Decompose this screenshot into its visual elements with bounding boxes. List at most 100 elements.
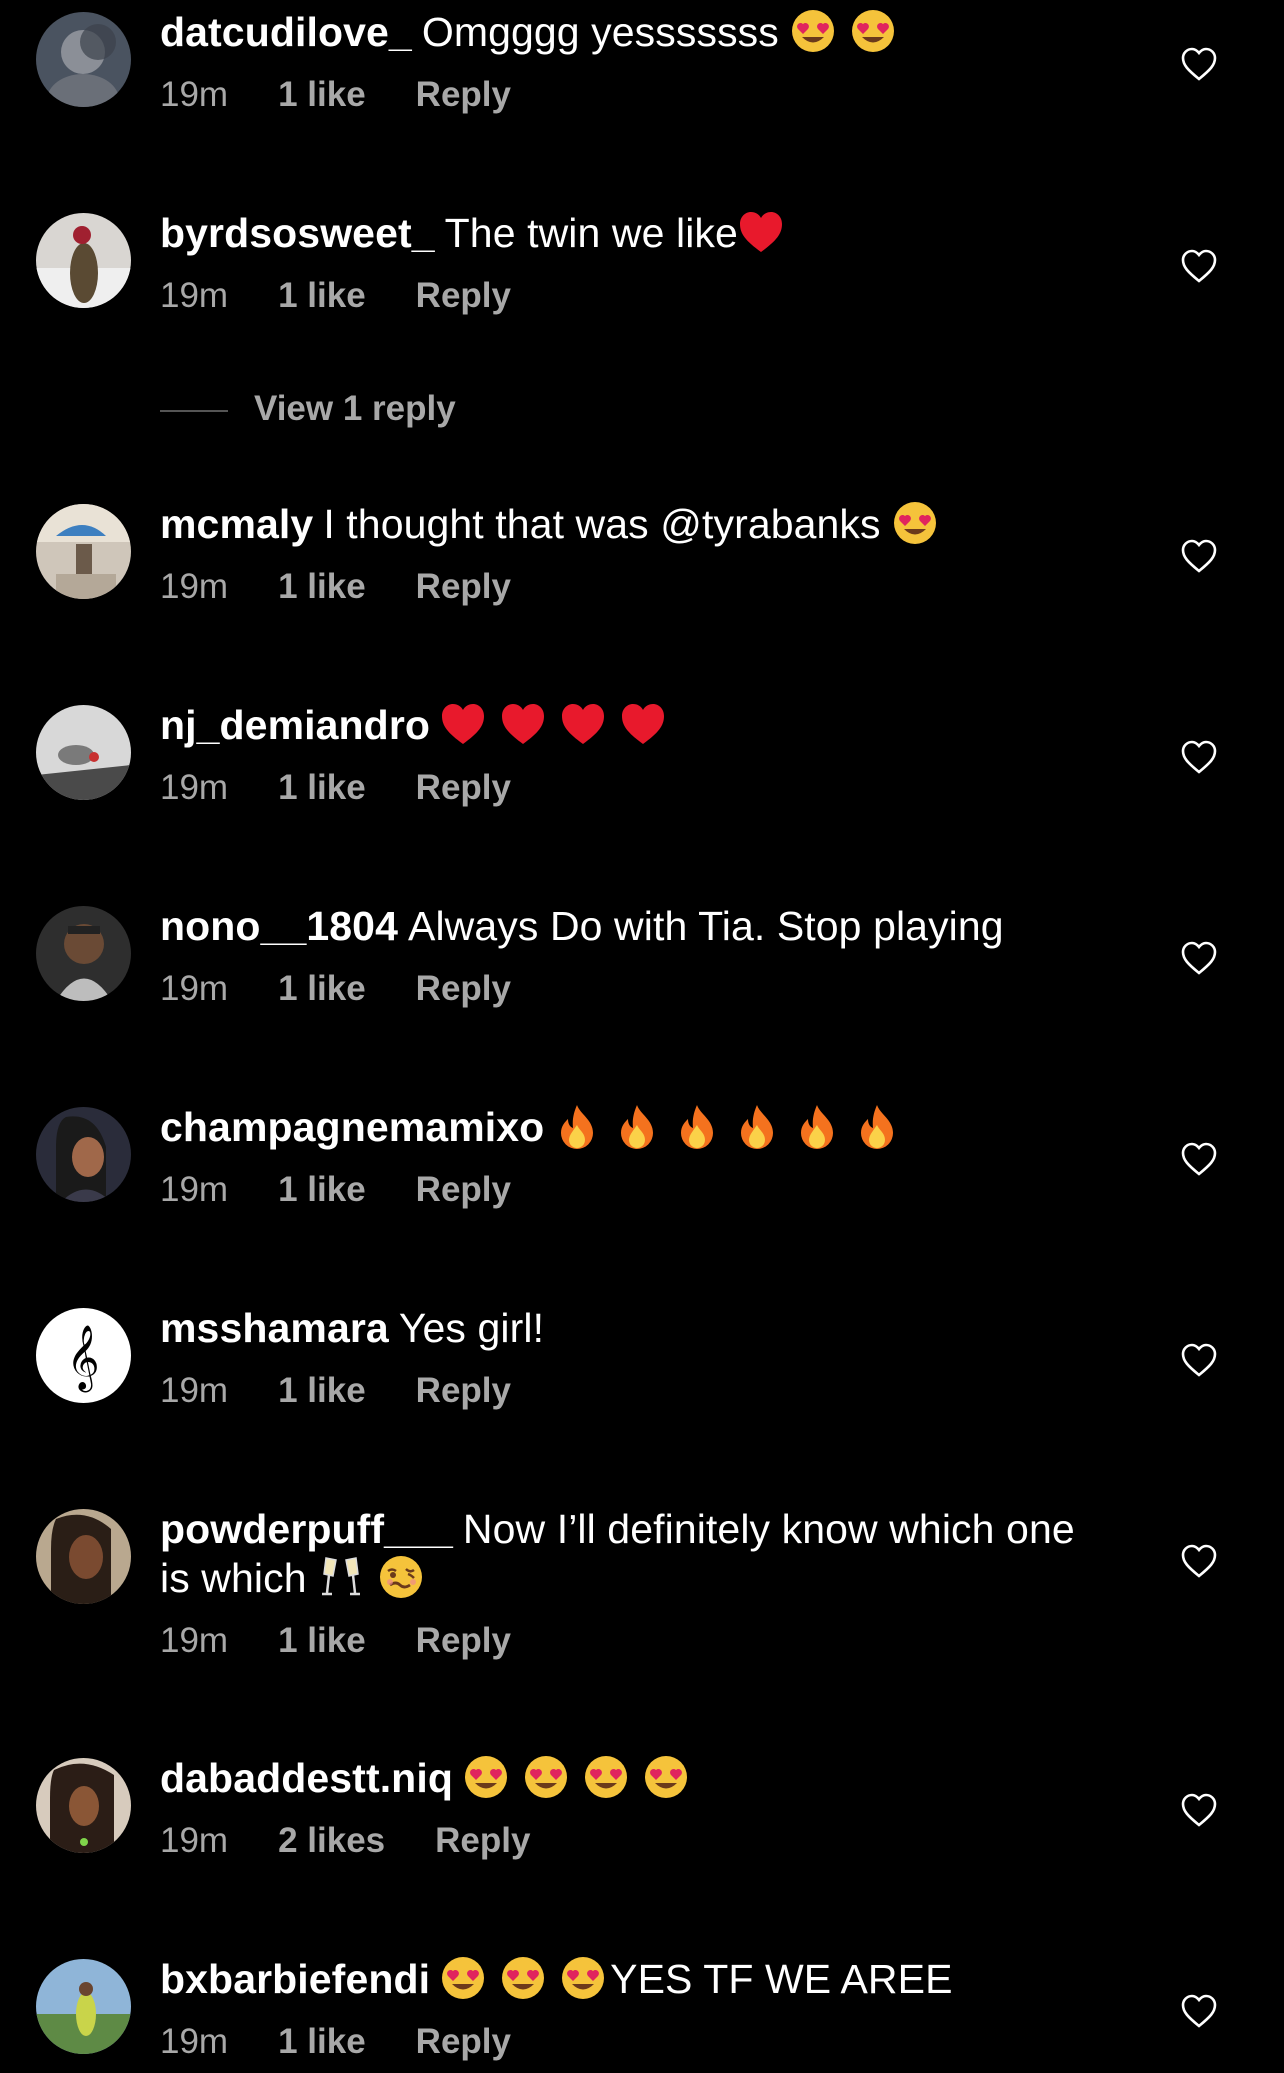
avatar[interactable]: 𝄞 — [36, 1308, 131, 1403]
avatar[interactable] — [36, 906, 131, 1001]
comment-text: dabaddestt.niq — [160, 1754, 1100, 1803]
avatar[interactable] — [36, 1107, 131, 1202]
reply-button[interactable]: Reply — [416, 969, 511, 1009]
comment-body: bxbarbiefendi YES TF WE AREE 19m 1 like Rep… — [160, 1955, 1100, 2062]
heart-outline-icon — [1181, 941, 1217, 975]
fire-icon — [554, 1103, 600, 1149]
comment-text: nono__1804 Always Do with Tia. Stop playi… — [160, 902, 1100, 951]
view-replies-button[interactable]: View 1 reply — [160, 389, 456, 429]
like-button[interactable] — [1180, 248, 1218, 284]
like-button[interactable] — [1180, 1792, 1218, 1828]
like-button[interactable] — [1180, 1141, 1218, 1177]
username[interactable]: mcmaly — [160, 501, 313, 547]
username[interactable]: nono__1804 — [160, 903, 398, 949]
heart-outline-icon — [1181, 249, 1217, 283]
reply-button[interactable]: Reply — [416, 276, 511, 316]
comment-meta: 19m 1 like Reply — [160, 1371, 1100, 1411]
like-count[interactable]: 2 likes — [278, 1821, 385, 1861]
heart-eyes-icon — [440, 1955, 486, 2001]
heart-outline-icon — [1181, 1343, 1217, 1377]
comment-text: msshamara Yes girl! — [160, 1304, 1100, 1353]
comment-text: nj_demiandro — [160, 701, 1100, 750]
username[interactable]: dabaddestt.niq — [160, 1755, 453, 1801]
comment-body: champagnemamixo 19m 1 like Reply — [160, 1103, 1100, 1210]
comment-meta: 19m 2 likes Reply — [160, 1821, 1100, 1861]
comment-meta: 19m 1 like Reply — [160, 276, 1100, 316]
heart-outline-icon — [1181, 1544, 1217, 1578]
like-button[interactable] — [1180, 940, 1218, 976]
comment-meta: 19m 1 like Reply — [160, 768, 1100, 808]
reply-button[interactable]: Reply — [416, 1621, 511, 1661]
like-count[interactable]: 1 like — [278, 969, 366, 1009]
avatar[interactable] — [36, 504, 131, 599]
like-count[interactable]: 1 like — [278, 1170, 366, 1210]
timestamp: 19m — [160, 75, 229, 114]
reply-button[interactable]: Reply — [416, 567, 511, 607]
comment-meta: 19m 1 like Reply — [160, 567, 1100, 607]
username[interactable]: bxbarbiefendi — [160, 1956, 430, 2002]
heart-outline-icon — [1181, 539, 1217, 573]
comment-body: msshamara Yes girl! 19m 1 like Reply — [160, 1304, 1100, 1411]
avatar-image — [36, 213, 131, 308]
heart-eyes-icon — [850, 8, 896, 54]
like-count[interactable]: 1 like — [278, 75, 366, 115]
like-button[interactable] — [1180, 1993, 1218, 2029]
like-button[interactable] — [1180, 739, 1218, 775]
username[interactable]: byrdsosweet_ — [160, 210, 435, 256]
username[interactable]: msshamara — [160, 1305, 389, 1351]
username[interactable]: powderpuff___ — [160, 1506, 453, 1552]
red-heart-icon — [440, 702, 486, 746]
like-button[interactable] — [1180, 1342, 1218, 1378]
replies-line — [160, 409, 228, 412]
woozy-face-icon — [378, 1554, 424, 1600]
avatar[interactable] — [36, 705, 131, 800]
like-count[interactable]: 1 like — [278, 2022, 366, 2062]
like-count[interactable]: 1 like — [278, 1371, 366, 1411]
username[interactable]: datcudilove_ — [160, 9, 412, 55]
avatar-image — [36, 12, 131, 107]
like-count[interactable]: 1 like — [278, 276, 366, 316]
red-heart-icon — [620, 702, 666, 746]
like-count[interactable]: 1 like — [278, 1621, 366, 1661]
avatar-image — [36, 1959, 131, 2054]
timestamp: 19m — [160, 1371, 229, 1410]
comment-message: YES TF WE AREE — [610, 1956, 953, 2002]
comment-body: dabaddestt.niq 19m 2 likes Reply — [160, 1754, 1100, 1861]
avatar[interactable] — [36, 213, 131, 308]
comment-meta: 19m 1 like Reply — [160, 2022, 1100, 2062]
heart-eyes-icon — [463, 1754, 509, 1800]
like-count[interactable]: 1 like — [278, 768, 366, 808]
avatar[interactable] — [36, 1509, 131, 1604]
like-button[interactable] — [1180, 46, 1218, 82]
heart-eyes-icon — [892, 500, 938, 546]
comment-meta: 19m 1 like Reply — [160, 1170, 1100, 1210]
reply-button[interactable]: Reply — [416, 2022, 511, 2062]
username[interactable]: champagnemamixo — [160, 1104, 544, 1150]
avatar[interactable] — [36, 1959, 131, 2054]
reply-button[interactable]: Reply — [435, 1821, 530, 1861]
fire-icon — [614, 1103, 660, 1149]
fire-icon — [734, 1103, 780, 1149]
reply-button[interactable]: Reply — [416, 75, 511, 115]
comment-message: The twin we like — [444, 210, 738, 256]
username[interactable]: nj_demiandro — [160, 702, 430, 748]
comment-text: powderpuff___ Now I’ll definitely know wh… — [160, 1505, 1100, 1603]
avatar[interactable] — [36, 12, 131, 107]
comment-body: byrdsosweet_ The twin we like 19m 1 like Re… — [160, 209, 1100, 316]
avatar[interactable] — [36, 1758, 131, 1853]
avatar-image — [36, 1107, 131, 1202]
timestamp: 19m — [160, 1821, 229, 1860]
like-count[interactable]: 1 like — [278, 567, 366, 607]
timestamp: 19m — [160, 2022, 229, 2061]
reply-button[interactable]: Reply — [416, 1170, 511, 1210]
comment-body: datcudilove_ Omgggg yesssssss 19m 1 like Re… — [160, 8, 1100, 115]
clinking-glasses-icon — [318, 1554, 364, 1600]
comment-text: champagnemamixo — [160, 1103, 1100, 1152]
comment-message: Omgggg yesssssss — [421, 9, 779, 55]
like-button[interactable] — [1180, 1543, 1218, 1579]
avatar-image — [36, 1509, 131, 1604]
like-button[interactable] — [1180, 538, 1218, 574]
reply-button[interactable]: Reply — [416, 1371, 511, 1411]
red-heart-icon — [560, 702, 606, 746]
reply-button[interactable]: Reply — [416, 768, 511, 808]
